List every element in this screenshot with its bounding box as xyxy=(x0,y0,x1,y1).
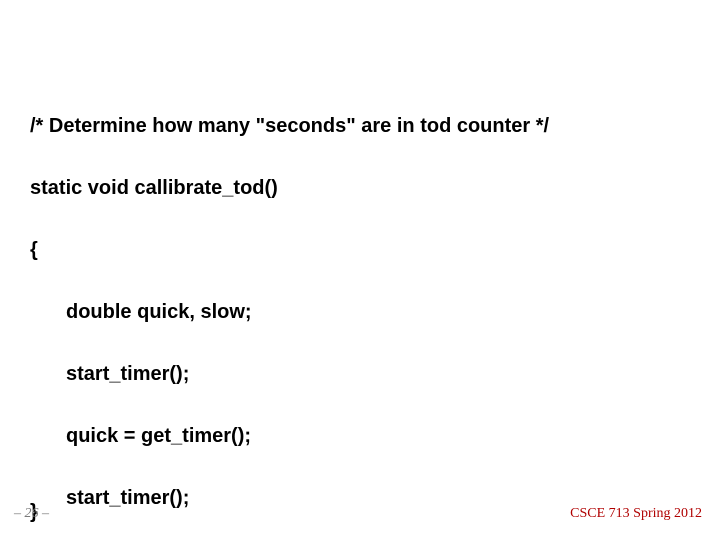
code-line: start_timer(); xyxy=(30,359,690,390)
code-block: /* Determine how many "seconds" are in t… xyxy=(30,80,690,540)
footer: – 26 – CSCE 713 Spring 2012 xyxy=(0,502,720,522)
code-line: double quick, slow; xyxy=(30,297,690,328)
page-number: – 26 – xyxy=(14,506,49,522)
slide: /* Determine how many "seconds" are in t… xyxy=(0,0,720,540)
code-line: static void callibrate_tod() xyxy=(30,173,690,204)
course-label: CSCE 713 Spring 2012 xyxy=(570,506,702,522)
code-line: /* Determine how many "seconds" are in t… xyxy=(30,111,690,142)
code-line: quick = get_timer(); xyxy=(30,421,690,452)
code-line: { xyxy=(30,235,690,266)
